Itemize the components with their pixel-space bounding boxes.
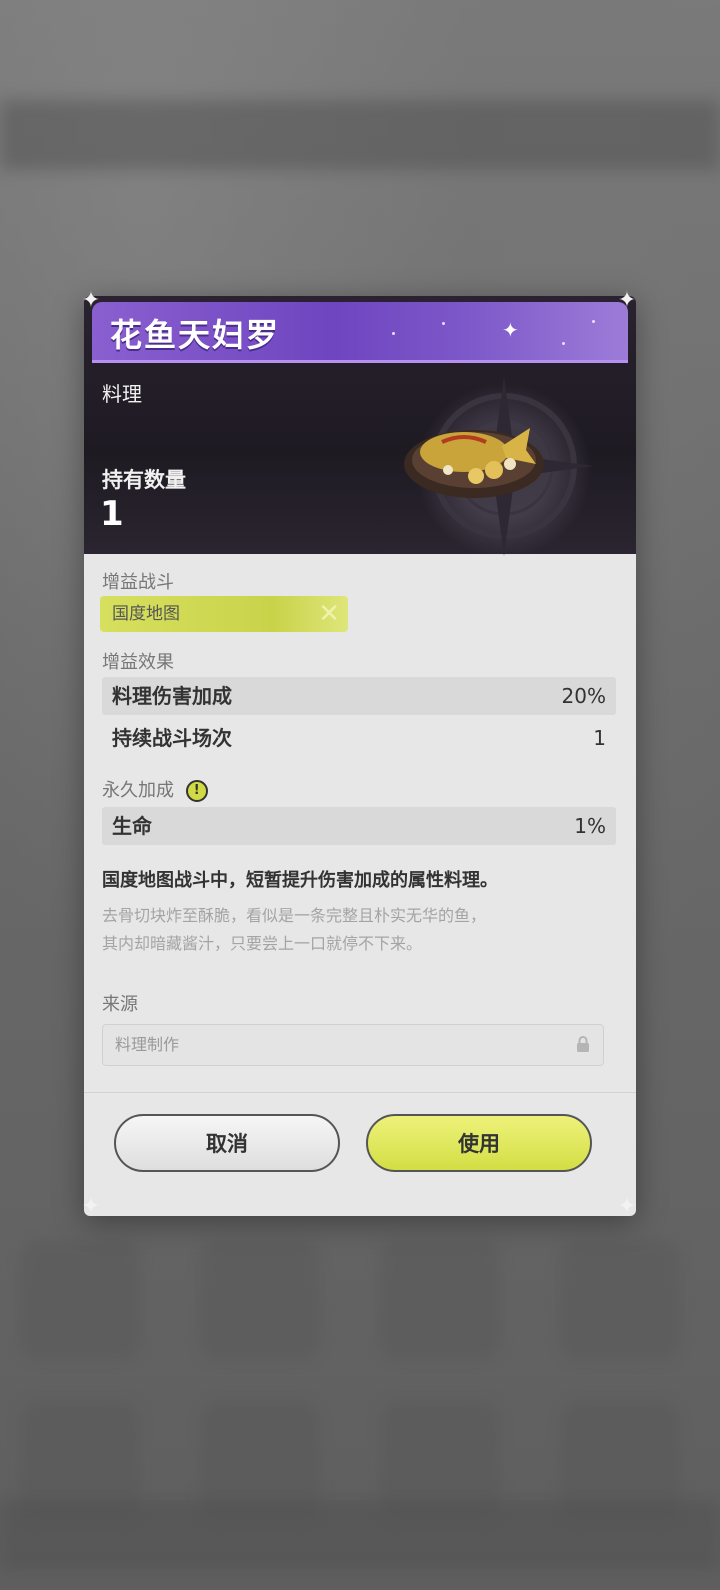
tag-decoration: ✕ [318,599,340,629]
cancel-button[interactable]: 取消 [114,1114,340,1172]
background-header-strip [0,100,720,170]
permanent-name: 生命 [112,814,152,838]
quantity-label: 持有数量 [102,468,186,492]
fried-fish-dish-image [404,428,544,498]
use-button[interactable]: 使用 [366,1114,592,1172]
battle-tag-label: 国度地图 [112,604,180,624]
footer-divider [84,1092,636,1093]
title-bar: 花鱼天妇罗 ✦ [92,302,628,363]
source-section-label: 来源 [102,994,138,1015]
item-description: 国度地图战斗中，短暂提升伤害加成的属性料理。 [102,870,498,891]
effect-section-label: 增益效果 [102,652,174,673]
lore-line: 其内却暗藏酱汁，只要尝上一口就停不下来。 [102,934,423,953]
effect-value: 20% [561,684,606,708]
quantity-value: 1 [100,494,124,534]
effect-name: 持续战斗场次 [112,726,232,750]
effect-name: 料理伤害加成 [112,684,232,708]
permanent-label-text: 永久加成 [102,780,174,801]
item-title: 花鱼天妇罗 [110,316,281,354]
background-tile [380,1240,500,1360]
item-header: 花鱼天妇罗 ✦ 料理 持有数量 1 [84,296,636,556]
corner-ornament: ✦ [617,1194,637,1219]
source-field: 料理制作 [102,1024,604,1066]
corner-ornament: ✦ [617,288,637,313]
star-dot [392,332,395,335]
permanent-value: 1% [574,814,606,838]
background-tile [200,1240,320,1360]
source-value: 料理制作 [115,1035,180,1054]
item-detail-dialog: 花鱼天妇罗 ✦ 料理 持有数量 1 增益战斗 国度地图 ✕ 增益效果 料理伤害加… [84,296,636,1216]
effect-row: 持续战斗场次 1 [102,719,616,757]
info-icon[interactable]: ! [185,780,208,802]
background-bottom-strip [0,1500,720,1570]
permanent-section-label: 永久加成 ! [102,776,208,802]
star-dot [592,320,595,323]
star-dot [562,342,565,345]
background-tile [560,1240,680,1360]
lock-icon [577,1036,589,1052]
corner-ornament: ✦ [81,1194,101,1219]
star-dot [442,322,445,325]
item-category: 料理 [102,382,142,406]
permanent-row: 生命 1% [102,807,616,845]
item-lore: 去骨切块炸至酥脆，看似是一条完整且朴实无华的鱼， 其内却暗藏酱汁，只要尝上一口就… [102,902,616,958]
lore-line: 去骨切块炸至酥脆，看似是一条完整且朴实无华的鱼， [102,906,487,925]
effect-value: 1 [593,726,606,750]
battle-tag: 国度地图 ✕ [100,596,348,632]
background-tile [20,1240,140,1360]
sparkle-icon: ✦ [502,318,519,342]
battle-section-label: 增益战斗 [102,572,174,593]
effect-row: 料理伤害加成 20% [102,677,616,715]
corner-ornament: ✦ [81,288,101,313]
